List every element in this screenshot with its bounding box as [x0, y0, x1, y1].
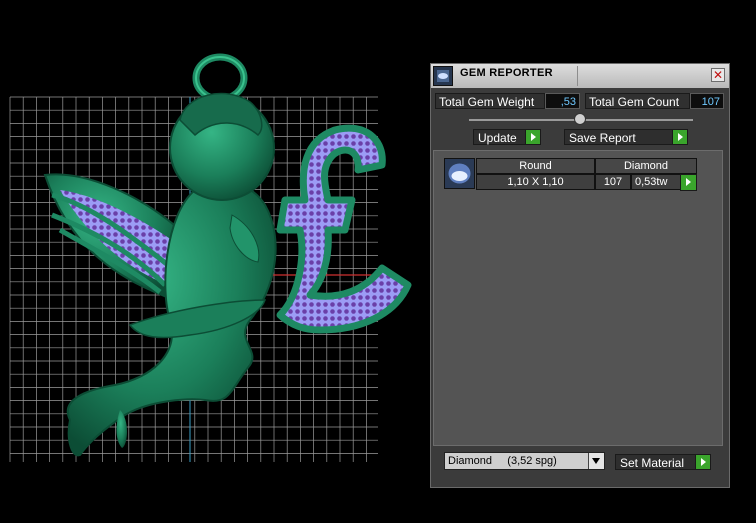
total-gem-count-value: 107 [690, 93, 724, 109]
material-select-value: Diamond (3,52 spg) [448, 455, 557, 467]
update-button[interactable]: Update [473, 129, 541, 145]
play-arrow-icon [680, 174, 697, 191]
gem-reporter-icon [433, 66, 453, 86]
play-arrow-icon [525, 130, 540, 144]
gem-count-cell: 107 [595, 174, 631, 190]
play-arrow-icon [672, 130, 687, 144]
panel-titlebar[interactable]: GEM REPORTER ✕ [431, 64, 729, 88]
round-diamond-icon[interactable] [444, 158, 475, 189]
3d-viewport[interactable] [0, 0, 430, 523]
cherub-figure [66, 92, 277, 457]
total-gem-count-label: Total Gem Count [585, 93, 690, 109]
column-header-shape: Round [476, 158, 595, 174]
total-gem-weight-label: Total Gem Weight [435, 93, 545, 109]
gem-size-cell: 1,10 X 1,10 [476, 174, 595, 190]
set-material-button[interactable]: Set Material [615, 454, 711, 470]
save-report-button[interactable]: Save Report [564, 129, 688, 145]
save-report-button-label: Save Report [569, 131, 636, 145]
total-gem-weight-value: ,53 [545, 93, 580, 109]
gem-weight-cell: 0,53tw [631, 174, 681, 190]
gem-list[interactable]: Round Diamond 1,10 X 1,10 107 0,53tw [433, 150, 723, 446]
slider-handle[interactable] [574, 113, 586, 125]
wing [43, 173, 182, 302]
bail-ring-highlight [195, 56, 245, 100]
panel-title: GEM REPORTER [460, 67, 553, 79]
titlebar-divider [577, 66, 578, 86]
close-icon[interactable]: ✕ [711, 68, 725, 82]
gem-row-go-button[interactable] [680, 174, 697, 191]
gem-reporter-panel: GEM REPORTER ✕ Total Gem Weight ,53 Tota… [430, 63, 730, 488]
viewport-canvas[interactable] [0, 0, 430, 523]
material-select[interactable]: Diamond (3,52 spg) [444, 452, 605, 470]
pound-sign [276, 124, 412, 334]
set-material-button-label: Set Material [620, 456, 685, 470]
chevron-down-icon[interactable] [588, 453, 604, 469]
play-arrow-icon [695, 455, 710, 469]
update-button-label: Update [478, 131, 517, 145]
column-header-material: Diamond [595, 158, 697, 174]
